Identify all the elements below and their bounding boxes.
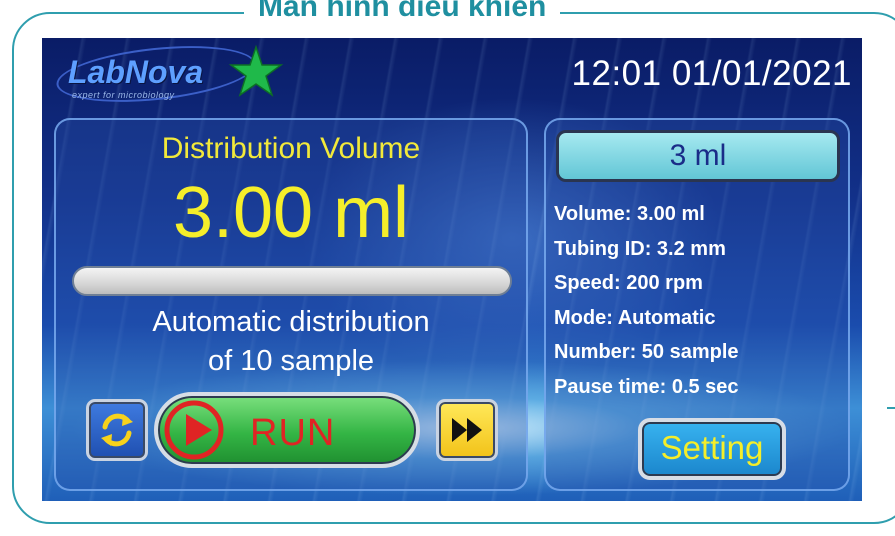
- progress-bar: [72, 266, 512, 296]
- pointer-line: [887, 407, 895, 409]
- run-label: RUN: [250, 412, 336, 454]
- mode-description-line2: of 10 sample: [207, 345, 375, 377]
- volume-display[interactable]: 3 ml: [556, 130, 840, 182]
- distribution-panel: Distribution Volume 3.00 ml Automatic di…: [54, 118, 528, 491]
- datetime-display: 12:01 01/01/2021: [571, 54, 852, 93]
- labnova-logo: LabNova expert for microbiology: [53, 38, 286, 111]
- fast-forward-icon: [452, 418, 482, 442]
- settings-panel: 3 ml Volume: 3.00 ml Tubing ID: 3.2 mm S…: [544, 118, 850, 491]
- parameter-list: Volume: 3.00 ml Tubing ID: 3.2 mm Speed:…: [554, 197, 739, 404]
- setting-button[interactable]: Setting: [638, 418, 786, 480]
- mode-info: Mode: Automatic: [554, 306, 716, 329]
- logo-tagline: expert for microbiology: [72, 90, 175, 100]
- refresh-icon: [101, 413, 133, 447]
- tubing-id-info: Tubing ID: 3.2 mm: [554, 237, 726, 260]
- device-screen: LabNova expert for microbiology 12:01 01…: [42, 38, 862, 501]
- play-icon: [164, 400, 224, 460]
- fast-forward-button[interactable]: [436, 399, 498, 461]
- star-icon: [228, 44, 284, 97]
- mode-description-line1: Automatic distribution: [152, 306, 430, 338]
- distribution-volume-value: 3.00 ml: [172, 173, 410, 253]
- logo-text: LabNova: [68, 54, 204, 90]
- distribution-volume-title: Distribution Volume: [161, 132, 421, 165]
- run-button[interactable]: RUN: [154, 392, 420, 468]
- frame-title: Màn hình điều khiển: [244, 0, 561, 26]
- number-info: Number: 50 sample: [554, 341, 739, 363]
- pause-time-info: Pause time: 0.5 sec: [554, 375, 739, 398]
- speed-info: Speed: 200 rpm: [554, 272, 703, 294]
- refresh-button[interactable]: [86, 399, 148, 461]
- volume-info: Volume: 3.00 ml: [554, 203, 705, 225]
